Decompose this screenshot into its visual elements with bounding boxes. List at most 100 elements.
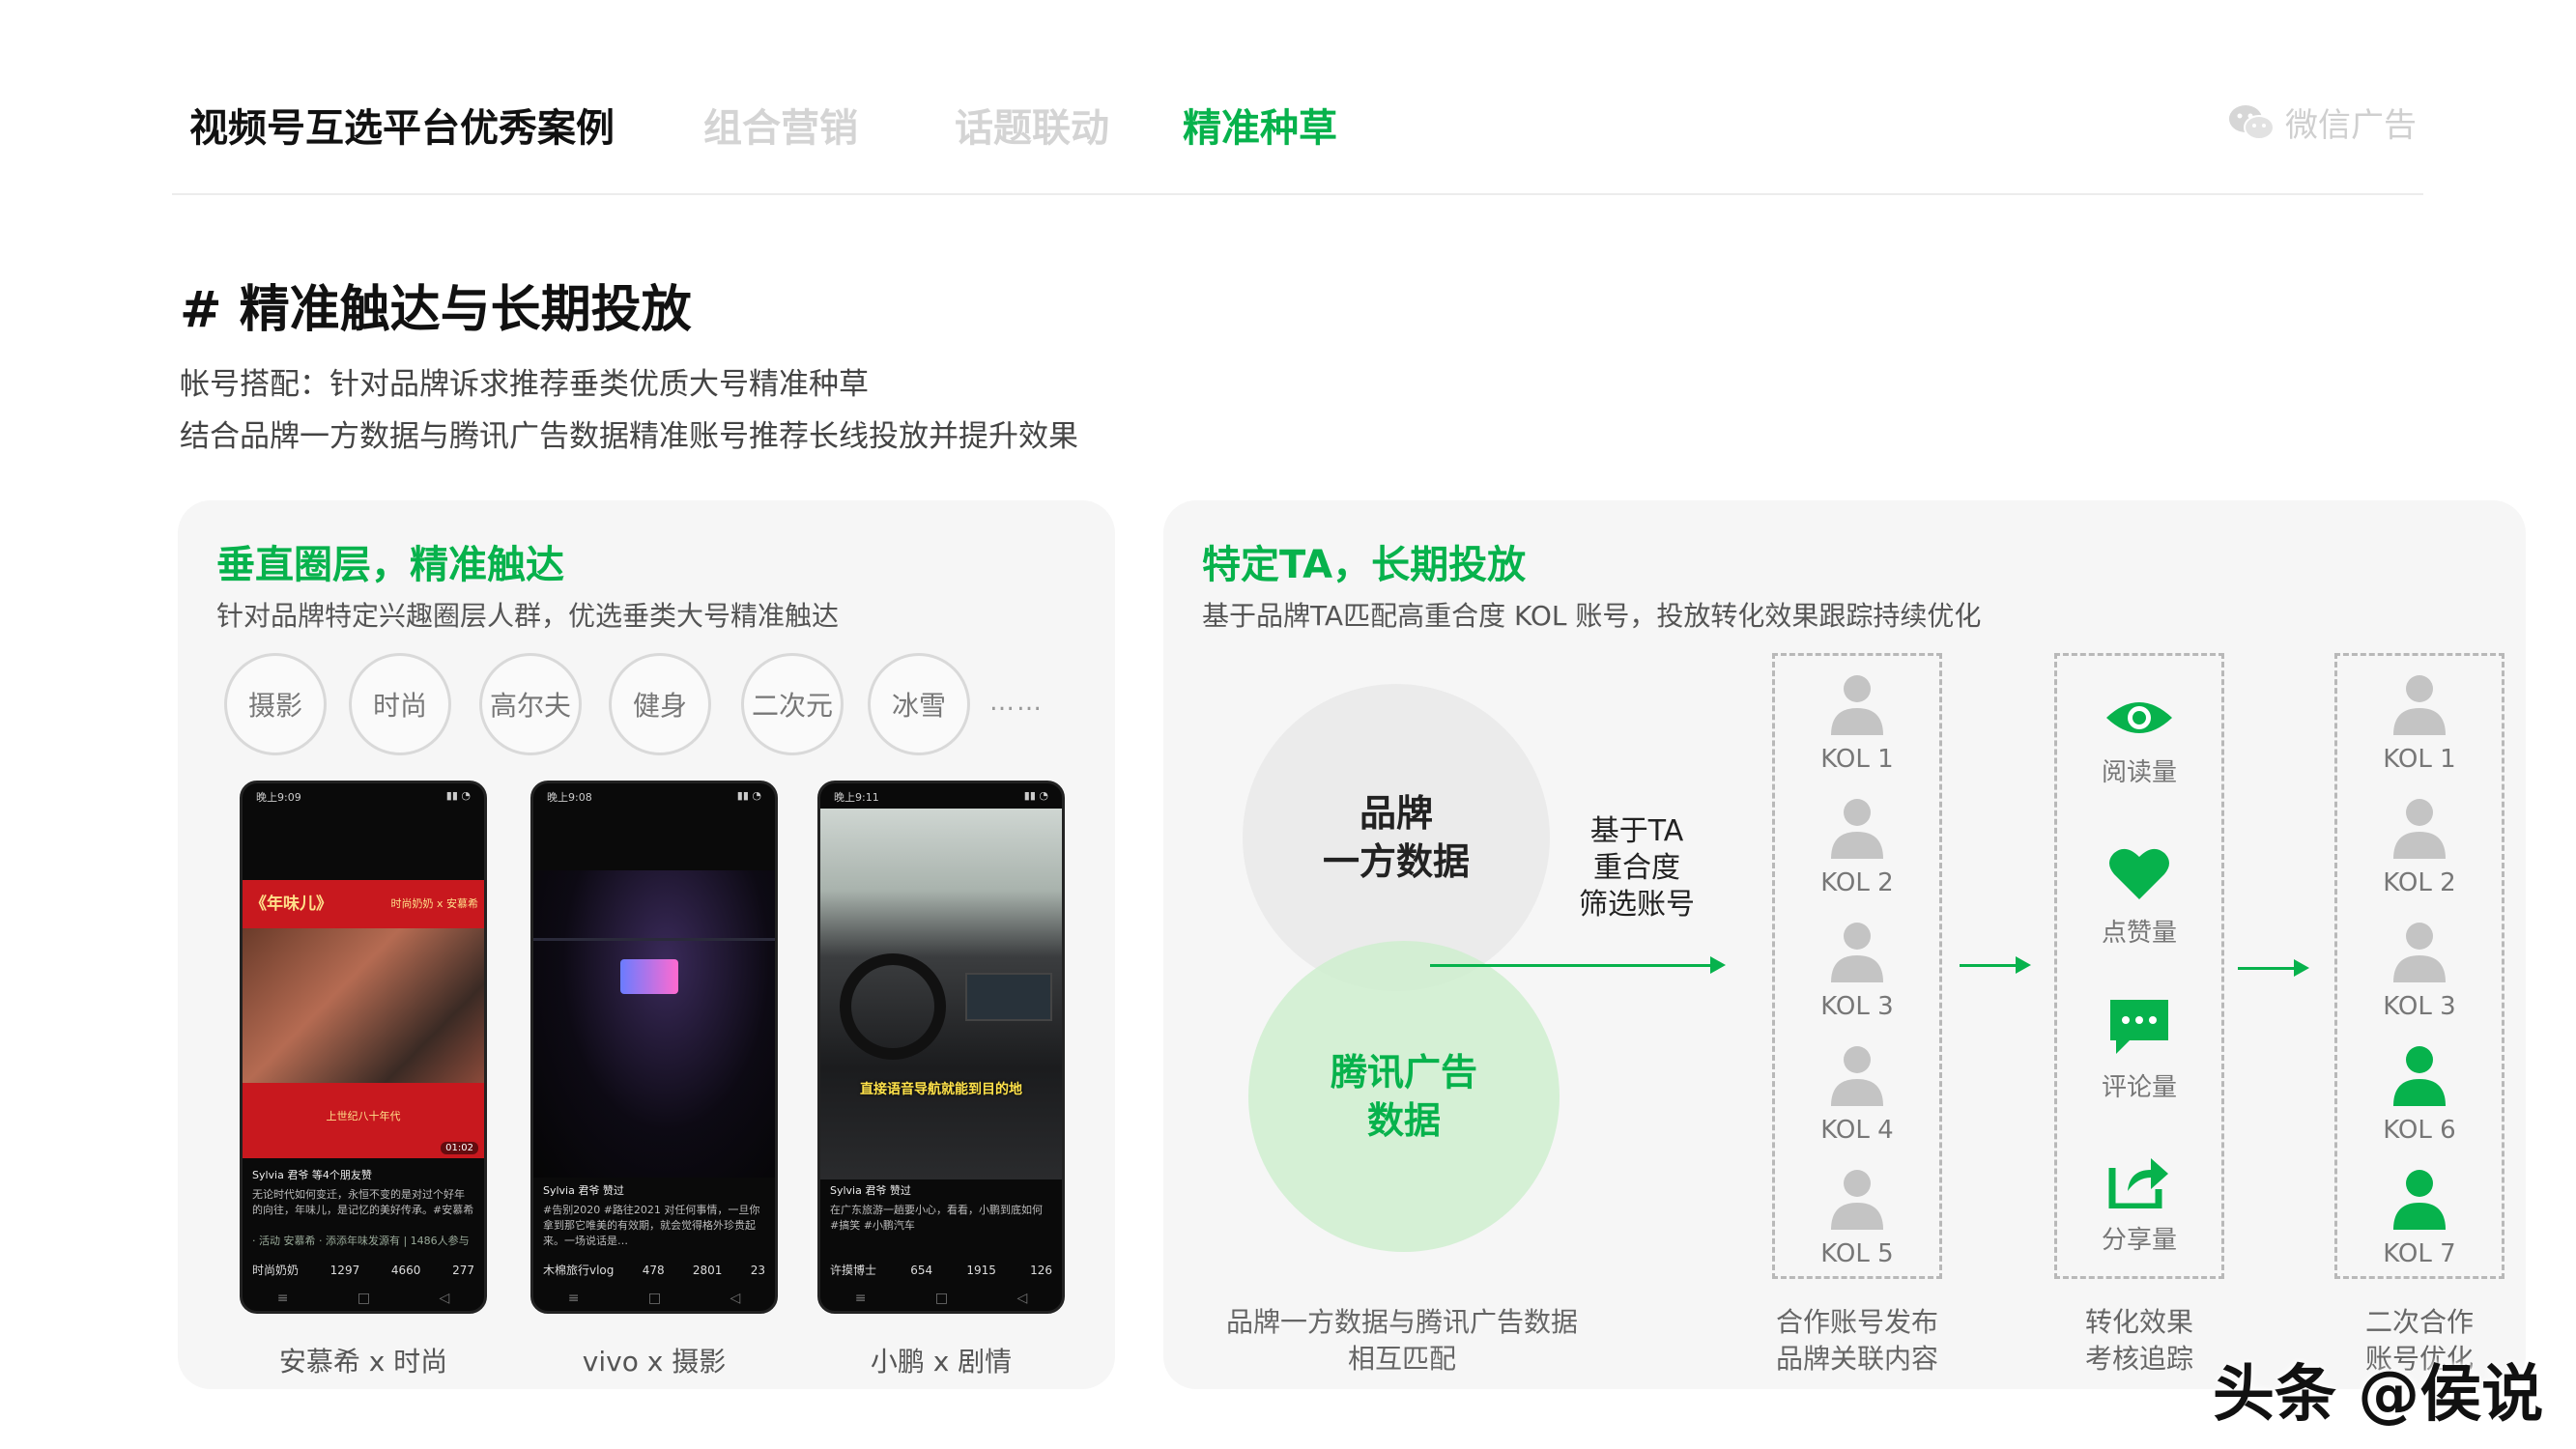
section-title: # 精准触达与长期投放 — [180, 281, 692, 339]
arrow-right-icon — [1960, 956, 2031, 974]
post-meta: Sylvia 君爷 赞过 #告别2020 #路往2021 对任何事情，一旦你拿到… — [543, 1183, 765, 1249]
comment-count[interactable]: 126 — [1030, 1264, 1052, 1277]
ta-filter-label: 基于TA 重合度 筛选账号 — [1560, 813, 1714, 923]
account-name[interactable]: 木棉旅行vlog — [543, 1262, 614, 1278]
share-icon — [2108, 1158, 2168, 1210]
kol-item: KOL 1 — [2337, 673, 2502, 774]
android-navbar: ≡ □ ◁ — [820, 1286, 1062, 1311]
post-meta: Sylvia 君爷 等4个朋友赞 无论时代如何变迁，永恒不变的是对过个好年的向往… — [252, 1168, 474, 1249]
specific-ta-panel: 特定TA，长期投放 基于品牌TA匹配高重合度 KOL 账号，投放转化效果跟踪持续… — [1163, 500, 2526, 1389]
person-icon — [1831, 1170, 1883, 1230]
tab-precise-seeding[interactable]: 精准种草 — [1183, 97, 1337, 153]
interest-tag[interactable]: 摄影 — [224, 653, 327, 755]
circle-line: 腾讯广告 — [1330, 1051, 1477, 1094]
android-navbar: ≡ □ ◁ — [243, 1286, 484, 1311]
phone-caption: 安慕希 x 时尚 — [278, 1346, 448, 1378]
like-count[interactable]: 2801 — [693, 1264, 723, 1277]
share-count[interactable]: 654 — [910, 1264, 932, 1277]
interest-tag[interactable]: 二次元 — [741, 653, 844, 755]
arrow-right-icon — [1430, 956, 1726, 974]
post-activity: · 活动 安慕希 · 添添年味发源有 | 1486人参与 — [252, 1235, 470, 1247]
panel-subtitle: 基于品牌TA匹配高重合度 KOL 账号，投放转化效果跟踪持续优化 — [1202, 600, 1982, 632]
interest-tag[interactable]: 冰雪 — [868, 653, 970, 755]
like-count[interactable]: 1915 — [966, 1264, 996, 1277]
back-icon: ◁ — [439, 1291, 450, 1306]
circle-line: 品牌 — [1359, 792, 1433, 835]
liked-by: Sylvia 君爷 赞过 — [830, 1184, 911, 1197]
share-count[interactable]: 478 — [643, 1264, 665, 1277]
kol-pool-box: KOL 1 KOL 2 KOL 3 KOL 4 KOL 5 — [1772, 653, 1942, 1279]
circle-line: 一方数据 — [1322, 840, 1470, 883]
metric-item: 分享量 — [2057, 1151, 2221, 1256]
video-overlay-title: 《年味儿》 — [250, 895, 332, 914]
comment-count[interactable]: 277 — [452, 1264, 474, 1277]
brand-name: 微信广告 — [2285, 106, 2417, 145]
liked-by: Sylvia 君爷 赞过 — [543, 1184, 624, 1197]
video-frame[interactable]: 直接语音导航就能到目的地 — [820, 809, 1062, 1179]
kol-item: KOL 5 — [1775, 1168, 1939, 1268]
brand-logo: 微信广告 — [2227, 99, 2417, 146]
account-name[interactable]: 许摸博士 — [830, 1262, 876, 1278]
arrow-right-icon — [2238, 959, 2309, 977]
post-meta: Sylvia 君爷 赞过 在广东旅游一趟要小心，看看，小鹏到底如何 #搞笑 #小… — [830, 1183, 1052, 1249]
person-icon — [2393, 675, 2446, 735]
circle-line: 数据 — [1366, 1099, 1441, 1142]
person-green-icon — [2393, 1046, 2446, 1106]
kol-item: KOL 2 — [2337, 797, 2502, 897]
vertical-circle-panel: 垂直圈层，精准触达 针对品牌特定兴趣圈层人群，优选垂类大号精准触达 摄影 时尚 … — [178, 500, 1115, 1389]
person-icon — [1831, 923, 1883, 982]
home-icon: □ — [934, 1291, 949, 1306]
like-count[interactable]: 4660 — [391, 1264, 421, 1277]
panel-title: 垂直圈层，精准触达 — [216, 543, 564, 587]
phone-screenshot[interactable]: 晚上9:11 ▮▮ ◔ 直接语音导航就能到目的地 Sylvia 君爷 赞过 在广东… — [817, 781, 1065, 1314]
ta-label-line: 重合度 — [1593, 851, 1680, 885]
comment-count[interactable]: 23 — [751, 1264, 765, 1277]
share-count[interactable]: 1297 — [330, 1264, 360, 1277]
interest-tag[interactable]: 时尚 — [349, 653, 451, 755]
metric-item: 点赞量 — [2057, 845, 2221, 949]
top-header: 视频号互选平台优秀案例 组合营销 话题联动 精准种草 微信广告 — [0, 0, 2576, 195]
caption-match: 品牌一方数据与腾讯广告数据 相互匹配 — [1225, 1306, 1578, 1375]
video-frame[interactable]: 《年味儿》 时尚奶奶 x 安慕希 上世纪八十年代 01:02 — [243, 880, 484, 1158]
phone-caption: vivo x 摄影 — [582, 1346, 727, 1378]
watermark: 头条 @侯说 — [2213, 1359, 2544, 1431]
interest-tag[interactable]: 健身 — [609, 653, 711, 755]
kol-item-highlight: KOL 7 — [2337, 1168, 2502, 1268]
ta-label-line: 筛选账号 — [1579, 888, 1695, 922]
kol-item: KOL 2 — [1775, 797, 1939, 897]
menu-icon: ≡ — [567, 1291, 580, 1306]
home-icon: □ — [357, 1291, 371, 1306]
phone-screenshot[interactable]: 晚上9:09 ▮▮ ◔ 《年味儿》 时尚奶奶 x 安慕希 上世纪八十年代 01:0… — [240, 781, 487, 1314]
kol-item: KOL 3 — [1775, 921, 1939, 1021]
page-title: 视频号互选平台优秀案例 — [189, 106, 615, 151]
android-navbar: ≡ □ ◁ — [533, 1286, 775, 1311]
kol-item: KOL 1 — [1775, 673, 1939, 774]
metric-item: 评论量 — [2057, 998, 2221, 1103]
post-actions: 许摸博士 654 1915 126 — [830, 1262, 1052, 1278]
comment-icon — [2110, 1000, 2168, 1054]
post-actions: 木棉旅行vlog 478 2801 23 — [543, 1262, 765, 1278]
status-bar: 晚上9:09 ▮▮ ◔ — [256, 789, 471, 804]
video-overlay-sub: 上世纪八十年代 — [326, 1110, 401, 1122]
person-green-icon — [2393, 1170, 2446, 1230]
video-frame[interactable] — [533, 870, 775, 1178]
wechat-icon — [2229, 104, 2275, 140]
eye-icon — [2106, 702, 2172, 733]
post-desc: 在广东旅游一趟要小心，看看，小鹏到底如何 #搞笑 #小鹏汽车 — [830, 1204, 1043, 1232]
post-desc: 无论时代如何变迁，永恒不变的是对过个好年的向往，年味儿，是记忆的美好传承。#安慕… — [252, 1188, 474, 1216]
tab-combined-marketing[interactable]: 组合营销 — [703, 97, 858, 153]
tab-topic-linkage[interactable]: 话题联动 — [955, 97, 1109, 153]
phone-screenshot[interactable]: 晚上9:08 ▮▮ ◔ Sylvia 君爷 赞过 #告别2020 #路往2021 … — [530, 781, 778, 1314]
kol-item: KOL 3 — [2337, 921, 2502, 1021]
panel-subtitle: 针对品牌特定兴趣圈层人群，优选垂类大号精准触达 — [216, 600, 840, 632]
kol-item: KOL 4 — [1775, 1044, 1939, 1145]
person-icon — [1831, 675, 1883, 735]
liked-by: Sylvia 君爷 等4个朋友赞 — [252, 1169, 372, 1181]
back-icon: ◁ — [1016, 1291, 1028, 1306]
status-bar: 晚上9:11 ▮▮ ◔ — [834, 789, 1048, 804]
interest-tag[interactable]: 高尔夫 — [479, 653, 582, 755]
metrics-box: 阅读量 点赞量 评论量 分享量 — [2054, 653, 2224, 1279]
steering-wheel — [840, 953, 946, 1060]
account-name[interactable]: 时尚奶奶 — [252, 1262, 299, 1278]
video-overlay-badge: 时尚奶奶 x 安慕希 — [390, 897, 478, 910]
